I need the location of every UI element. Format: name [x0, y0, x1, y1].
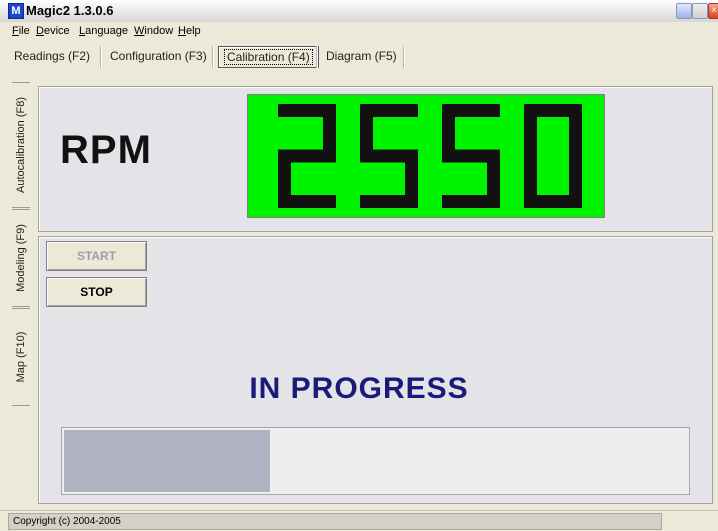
progress-fill	[64, 430, 270, 492]
tab-separator	[403, 46, 405, 68]
menu-file[interactable]: File	[12, 25, 30, 37]
start-button[interactable]: START	[46, 241, 147, 271]
maximize-button[interactable]	[692, 3, 708, 19]
segment-b	[569, 104, 582, 156]
segment-f	[442, 104, 455, 156]
window-title: Magic2 1.3.0.6	[26, 3, 114, 18]
segment-d	[442, 195, 500, 208]
segment-e	[524, 156, 537, 208]
status-text: IN PROGRESS	[249, 372, 469, 405]
segment-b	[323, 104, 336, 156]
app-icon: M	[8, 3, 24, 19]
copyright-text: Copyright (c) 2004-2005	[8, 513, 662, 530]
progress-bar	[61, 427, 690, 495]
tab-diagram[interactable]: Diagram (F5)	[320, 46, 403, 66]
rpm-label: RPM	[60, 128, 152, 172]
segment-e	[278, 156, 291, 208]
rpm-segment-digits	[278, 104, 582, 208]
segment-f	[524, 104, 537, 156]
status-bar: Copyright (c) 2004-2005	[0, 510, 718, 531]
minimize-button[interactable]	[676, 3, 692, 19]
menu-bar: File Device Language Window Help	[0, 22, 718, 40]
side-tabs: Autocalibration (F8) Modeling (F9) Map (…	[12, 82, 30, 412]
tab-separator	[100, 46, 102, 68]
tab-separator	[212, 46, 214, 68]
tab-separator	[316, 46, 318, 68]
tab-calibration[interactable]: Calibration (F4)	[218, 46, 319, 68]
tab-readings[interactable]: Readings (F2)	[8, 46, 96, 66]
segment-g	[278, 149, 336, 163]
menu-window[interactable]: Window	[134, 25, 173, 37]
main-tabs: Readings (F2) Configuration (F3) Calibra…	[0, 40, 718, 70]
menu-help[interactable]: Help	[178, 25, 201, 37]
segment-d	[360, 195, 418, 208]
menu-language[interactable]: Language	[79, 25, 128, 37]
side-tab-autocalibration[interactable]: Autocalibration (F8)	[12, 82, 30, 208]
side-tab-modeling[interactable]: Modeling (F9)	[12, 209, 30, 307]
segment-g	[442, 149, 500, 163]
tab-configuration[interactable]: Configuration (F3)	[104, 46, 213, 66]
stop-button[interactable]: STOP	[46, 277, 147, 307]
rpm-display	[247, 94, 605, 218]
title-bar: M Magic2 1.3.0.6 ×	[0, 0, 718, 23]
segment-g	[360, 149, 418, 163]
menu-device[interactable]: Device	[36, 25, 70, 37]
close-button[interactable]: ×	[708, 3, 718, 19]
segment-f	[360, 104, 373, 156]
